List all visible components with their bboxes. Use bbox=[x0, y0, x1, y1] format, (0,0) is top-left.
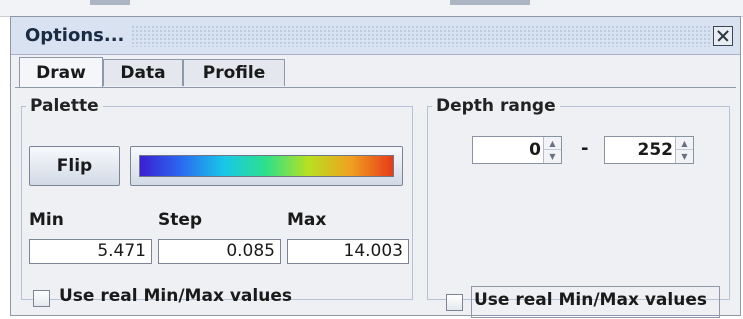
flip-button-label: Flip bbox=[56, 156, 93, 176]
min-label: Min bbox=[29, 210, 64, 230]
depth-from-value: 0 bbox=[529, 140, 541, 160]
window-title: Options... bbox=[25, 25, 125, 46]
palette-gradient-bar bbox=[139, 155, 394, 177]
depth-real-minmax-label[interactable]: Use real Min/Max values bbox=[474, 290, 707, 310]
tab-draw[interactable]: Draw bbox=[19, 57, 103, 87]
depth-to-value: 252 bbox=[637, 140, 674, 160]
flip-button[interactable]: Flip bbox=[29, 146, 120, 186]
palette-real-minmax-label[interactable]: Use real Min/Max values bbox=[59, 286, 292, 306]
depth-to-arrows: ▲ ▼ bbox=[675, 137, 693, 163]
depth-from-arrows: ▲ ▼ bbox=[543, 137, 561, 163]
palette-select-button[interactable] bbox=[130, 146, 403, 186]
background-mark bbox=[90, 0, 130, 5]
tab-profile-label: Profile bbox=[202, 63, 266, 83]
title-bar[interactable]: Options... bbox=[11, 17, 740, 55]
palette-legend: Palette bbox=[30, 96, 99, 116]
max-field[interactable]: 14.003 bbox=[287, 239, 409, 264]
depth-to-spinner[interactable]: 252 ▲ ▼ bbox=[604, 136, 694, 164]
step-field[interactable]: 0.085 bbox=[158, 239, 281, 264]
options-dialog: Options... Draw Data Profile Palette Fli… bbox=[10, 16, 741, 318]
range-separator: - bbox=[581, 138, 589, 159]
max-label: Max bbox=[287, 210, 327, 230]
tab-data-label: Data bbox=[120, 63, 166, 83]
background-window-strip bbox=[0, 0, 743, 17]
palette-group: Palette Flip Min Step Max 5.471 0.085 14… bbox=[21, 96, 413, 307]
depth-from-spinner[interactable]: 0 ▲ ▼ bbox=[472, 136, 562, 164]
draw-tab-panel: Palette Flip Min Step Max 5.471 0.085 14… bbox=[15, 87, 736, 318]
tab-data[interactable]: Data bbox=[103, 59, 183, 86]
step-label: Step bbox=[158, 210, 203, 230]
arrow-up-icon[interactable]: ▲ bbox=[676, 137, 693, 150]
arrow-down-icon[interactable]: ▼ bbox=[676, 150, 693, 163]
depth-real-minmax-checkbox[interactable] bbox=[446, 294, 463, 311]
min-field[interactable]: 5.471 bbox=[29, 239, 152, 264]
tab-draw-label: Draw bbox=[36, 63, 86, 83]
background-mark bbox=[450, 0, 530, 5]
arrow-down-icon[interactable]: ▼ bbox=[544, 150, 561, 163]
close-icon[interactable] bbox=[713, 26, 733, 46]
title-drag-area[interactable] bbox=[131, 25, 711, 47]
arrow-up-icon[interactable]: ▲ bbox=[544, 137, 561, 150]
palette-real-minmax-checkbox[interactable] bbox=[33, 290, 50, 307]
depth-range-legend: Depth range bbox=[436, 96, 556, 116]
tab-profile[interactable]: Profile bbox=[183, 59, 285, 86]
depth-range-group: Depth range 0 ▲ ▼ - 252 ▲ ▼ Use real Min… bbox=[427, 96, 730, 318]
